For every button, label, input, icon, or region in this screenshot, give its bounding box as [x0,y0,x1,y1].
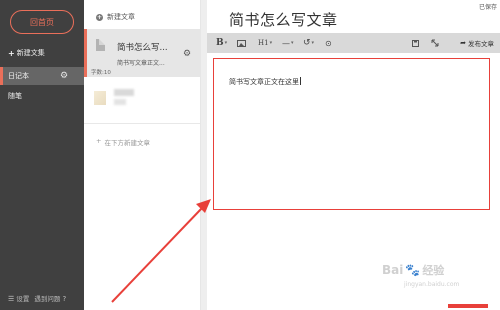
image-icon [237,39,246,47]
gear-icon[interactable]: ⚙ [60,71,70,81]
expand-icon [431,39,439,47]
note-title: 简书怎么写... [117,43,168,53]
plus-circle-icon: + [96,13,103,21]
article-title[interactable]: 简书怎么写文章 [229,9,338,30]
sidebar-footer: ☰ 设置 遇到问题 ? [8,293,66,303]
undo-button[interactable]: ↺ ▾ [303,33,314,53]
notes-list: + 新建文章 简书怎么写... 简书写文章正文... 字数:10 ⚙ + 在下方… [84,0,201,310]
settings-link[interactable]: ☰ 设置 [8,293,29,303]
editor-pane: 已保存 简书怎么写文章 B ▾ H1 ▾ — ▾ ↺ ▾ ⊙ ➦ 发布文章 简书… [207,0,500,310]
note-snippet: 简书写文章正文... [117,60,165,67]
plus-icon: + [8,48,15,58]
paw-icon: 🐾 [405,263,421,277]
add-below-label: 在下方新建文章 [104,139,150,147]
new-notebook-button[interactable]: + 新建文集 [8,48,45,58]
question-icon: ? [62,295,67,303]
document-icon [96,39,105,51]
watermark-url: jingyan.baidu.com [404,281,460,288]
add-below-button[interactable]: + 在下方新建文章 [96,137,150,147]
notebook-item-diary[interactable]: 日记本 ⚙ [0,67,84,85]
new-article-label: 新建文章 [107,13,135,21]
editor-content-area[interactable]: 简书写文章正文在这里 [213,58,490,210]
horizontal-rule-button[interactable]: — ▾ [282,33,294,53]
floppy-icon [412,39,419,47]
word-count: 字数:10 [91,70,111,76]
new-article-button[interactable]: + 新建文章 [96,12,135,22]
notebook-item-essay[interactable]: 随笔 [0,87,84,105]
watermark-logo: Bai 🐾 经验 [382,263,445,277]
new-notebook-label: 新建文集 [16,49,45,57]
notebook-sidebar: 回首页 + 新建文集 日记本 ⚙ 随笔 ☰ 设置 遇到问题 ? [0,0,84,310]
plus-icon: + [96,137,102,145]
article-body[interactable]: 简书写文章正文在这里 [229,77,301,87]
fullscreen-button[interactable] [431,33,439,53]
blurred-snippet [114,99,126,105]
bold-button[interactable]: B ▾ [216,33,227,53]
caret-down-icon: ▾ [291,40,294,46]
list-item[interactable]: 简书怎么写... 简书写文章正文... 字数:10 ⚙ [84,29,200,77]
menu-icon: ☰ [8,295,15,303]
gear-icon[interactable]: ⚙ [183,49,191,59]
annotation-mark [448,304,488,308]
heading-button[interactable]: H1 ▾ [258,33,272,53]
publish-label: 发布文章 [468,40,494,48]
save-status: 已保存 [478,4,497,11]
caret-down-icon: ▾ [269,40,273,46]
help-link[interactable]: 遇到问题 ? [34,293,66,303]
editor-toolbar: B ▾ H1 ▾ — ▾ ↺ ▾ ⊙ ➦ 发布文章 [207,33,500,53]
caret-down-icon: ▾ [224,40,228,46]
caret-down-icon: ▾ [311,40,315,46]
insert-image-button[interactable] [237,33,246,53]
note-thumbnail [94,91,106,105]
share-icon: ➦ [460,39,466,47]
blurred-title [114,89,134,96]
list-item[interactable] [84,77,200,124]
notebook-item-label: 随笔 [8,92,22,100]
text-cursor [300,77,301,85]
notebook-item-label: 日记本 [8,72,29,80]
history-button[interactable]: ⊙ [325,33,332,53]
home-button[interactable]: 回首页 [10,10,74,34]
publish-button[interactable]: ➦ 发布文章 [460,33,494,53]
save-button[interactable] [412,33,419,53]
